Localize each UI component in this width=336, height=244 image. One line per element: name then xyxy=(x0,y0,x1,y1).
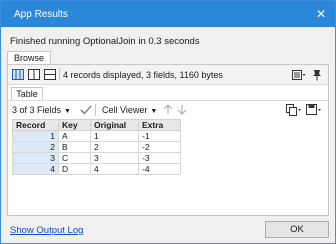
cell-viewer-select[interactable]: Cell Viewer ▼ xyxy=(102,105,157,115)
layout-horizontal-icon[interactable] xyxy=(12,69,24,80)
options-menu-icon[interactable] xyxy=(292,69,306,81)
toolbar-divider xyxy=(59,68,60,80)
extra-cell[interactable]: -3 xyxy=(138,152,181,164)
chevron-down-icon: ▼ xyxy=(150,108,158,115)
chevron-down-icon: ▼ xyxy=(64,108,71,115)
app-results-window: App Results ✕ Finished running OptionalJ… xyxy=(0,0,336,244)
extra-cell[interactable]: -4 xyxy=(138,163,181,175)
record-cell[interactable]: 1 xyxy=(12,130,59,142)
status-message: Finished running OptionalJoin in 0.3 sec… xyxy=(10,36,200,47)
extra-cell[interactable]: -2 xyxy=(138,141,181,153)
column-header-key[interactable]: Key xyxy=(58,119,91,131)
original-cell[interactable]: 4 xyxy=(90,163,139,175)
record-cell[interactable]: 2 xyxy=(12,141,59,153)
table-row[interactable]: 3 C 3 -3 xyxy=(12,152,181,164)
checkmark-icon[interactable] xyxy=(80,104,92,115)
fields-select-label: 3 of 3 Fields xyxy=(12,105,62,115)
ok-button[interactable]: OK xyxy=(265,221,329,238)
tab-browse[interactable]: Browse (7) xyxy=(7,51,51,76)
show-output-log-link[interactable]: Show Output Log xyxy=(10,225,83,236)
table-toolbar: 3 of 3 Fields ▼ Cell Viewer ▼ xyxy=(8,100,328,118)
table-row[interactable]: 2 B 2 -2 xyxy=(12,141,181,153)
arrow-up-icon[interactable] xyxy=(163,104,173,115)
original-cell[interactable]: 1 xyxy=(90,130,139,142)
record-cell[interactable]: 3 xyxy=(12,152,59,164)
results-toolbar: 4 records displayed, 3 fields, 1160 byte… xyxy=(8,65,328,85)
copy-icon[interactable] xyxy=(286,104,302,116)
tab-table[interactable]: Table xyxy=(11,87,43,101)
close-icon[interactable]: ✕ xyxy=(313,6,329,22)
layout-stacked-icon[interactable] xyxy=(44,69,56,80)
key-cell[interactable]: C xyxy=(58,152,91,164)
records-info: 4 records displayed, 3 fields, 1160 byte… xyxy=(63,70,223,80)
layout-vertical-icon[interactable] xyxy=(28,69,40,80)
original-cell[interactable]: 3 xyxy=(90,152,139,164)
table-row[interactable]: 1 A 1 -1 xyxy=(12,130,181,142)
save-icon[interactable] xyxy=(306,104,322,116)
key-cell[interactable]: D xyxy=(58,163,91,175)
results-panel: 4 records displayed, 3 fields, 1160 byte… xyxy=(7,64,329,216)
original-cell[interactable]: 2 xyxy=(90,141,139,153)
record-cell[interactable]: 4 xyxy=(12,163,59,175)
column-header-original[interactable]: Original xyxy=(90,119,139,131)
arrow-down-icon[interactable] xyxy=(177,104,187,115)
column-header-extra[interactable]: Extra xyxy=(138,119,181,131)
column-header-record[interactable]: Record xyxy=(12,119,59,131)
results-table: Record Key Original Extra 1 A 1 -1 2 B 2 xyxy=(12,119,181,175)
pin-icon[interactable] xyxy=(310,69,324,81)
table-header-row: Record Key Original Extra xyxy=(12,119,181,131)
key-cell[interactable]: A xyxy=(58,130,91,142)
fields-select[interactable]: 3 of 3 Fields ▼ xyxy=(12,105,71,115)
key-cell[interactable]: B xyxy=(58,141,91,153)
title-bar: App Results ✕ xyxy=(1,1,335,27)
cell-viewer-label: Cell Viewer xyxy=(102,105,148,115)
window-title: App Results xyxy=(14,9,68,20)
table-row[interactable]: 4 D 4 -4 xyxy=(12,163,181,175)
extra-cell[interactable]: -1 xyxy=(138,130,181,142)
toolbar-divider xyxy=(95,104,96,116)
